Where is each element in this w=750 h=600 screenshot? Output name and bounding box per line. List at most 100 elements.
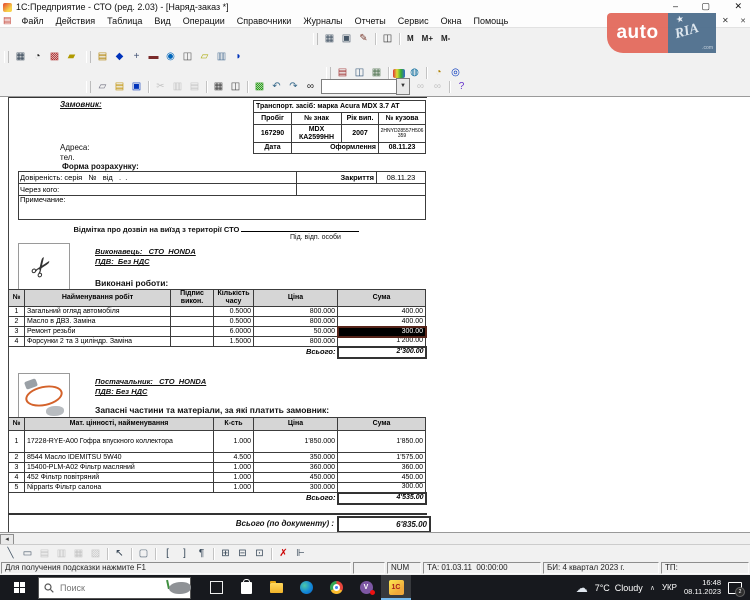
mileage-value[interactable]: 167290 (253, 124, 292, 143)
year-value[interactable]: 2007 (341, 124, 379, 143)
cell[interactable]: 4 (8, 336, 25, 347)
bracket-close-tool-icon[interactable]: ] (177, 547, 192, 561)
cell[interactable]: 1.000 (213, 462, 254, 473)
menu-item[interactable]: Окна (435, 16, 468, 26)
book-icon[interactable]: ◫ (380, 32, 395, 46)
exit-boot-icon[interactable]: ◗ (231, 50, 246, 64)
design-icon[interactable]: ▩ (47, 50, 62, 64)
cell[interactable]: 1.000 (213, 472, 254, 483)
cell[interactable]: 360.000 (253, 462, 338, 473)
find-icon[interactable]: ∞ (303, 80, 318, 94)
cell[interactable]: Форсунки 2 та 3 циліндр. Заміна (24, 336, 171, 347)
redo-icon[interactable]: ↷ (286, 80, 301, 94)
palette-icon[interactable]: ▉ (393, 69, 405, 78)
plate-value[interactable]: MDX КА2599НН (291, 124, 342, 143)
cell[interactable] (170, 316, 214, 327)
cell[interactable]: 400.00 (337, 306, 426, 317)
cell[interactable]: 8544 Масло IDEMITSU 5W40 (24, 452, 214, 463)
print-preview-icon[interactable]: ◫ (228, 80, 243, 94)
vin-header[interactable]: № кузова (377, 112, 427, 125)
open-icon[interactable]: ▤ (112, 80, 127, 94)
nav-cube-icon[interactable]: ◆ (112, 50, 127, 64)
view-mode-icon[interactable]: ▩ (252, 80, 267, 94)
memory-sub-button[interactable]: М- (437, 32, 454, 46)
cell[interactable]: 300.00 (337, 482, 426, 493)
menu-item[interactable]: Файл (16, 16, 50, 26)
cell[interactable]: 1 (8, 430, 25, 453)
page-setup-icon[interactable]: ▣ (339, 32, 354, 46)
line-tool-icon[interactable]: ╲ (3, 547, 18, 561)
find-prev-icon[interactable]: ∞ (430, 80, 445, 94)
menu-item[interactable]: Таблица (101, 16, 148, 26)
cell[interactable]: 6.0000 (213, 326, 254, 337)
cell[interactable]: 450.00 (337, 472, 426, 483)
file-explorer-button[interactable] (261, 575, 291, 600)
new-icon[interactable]: ▱ (95, 80, 110, 94)
cell[interactable]: 450.000 (253, 472, 338, 483)
remove-entry-icon[interactable]: ▬ (146, 50, 161, 64)
cell[interactable]: 1.5000 (213, 336, 254, 347)
maximize-icon[interactable]: ▢ (701, 1, 710, 12)
help-icon[interactable]: ? (454, 80, 469, 94)
edge-button[interactable] (291, 575, 321, 600)
closing-date[interactable]: 08.11.23 (376, 171, 426, 184)
new-doc-icon[interactable]: ▤ (95, 50, 110, 64)
cell[interactable]: 1'850.00 (337, 430, 426, 453)
weather-text[interactable]: 7°C Cloudy (595, 583, 643, 593)
memory-button[interactable]: М (403, 32, 418, 46)
memory-add-button[interactable]: М+ (418, 32, 437, 46)
close-icon[interactable]: ✕ (734, 1, 742, 12)
cell[interactable]: 800.000 (253, 336, 338, 347)
add-entry-icon[interactable]: + (129, 50, 144, 64)
cell[interactable] (170, 336, 214, 347)
onec-app-button[interactable]: 1С (381, 575, 411, 600)
mdi-close-icon[interactable]: ✕ (740, 17, 746, 25)
vin-value[interactable]: 2HNYD28557H506359 (377, 124, 427, 143)
time-icon[interactable]: ◔ (30, 50, 45, 64)
viber-button[interactable]: V (351, 575, 381, 600)
cursor-tool-icon[interactable]: ↖ (112, 547, 127, 561)
cell[interactable]: 800.000 (253, 316, 338, 327)
copy-icon[interactable]: ▥ (170, 80, 185, 94)
find-entry-icon[interactable]: ◉ (163, 50, 178, 64)
hierarchy-icon[interactable]: ◫ (180, 50, 195, 64)
closing-label[interactable]: Закриття (296, 171, 377, 184)
poa-label[interactable]: Довіреність: серія № від . . (18, 171, 297, 184)
language-indicator[interactable]: УКР (662, 583, 677, 592)
note-label[interactable]: Примечание: (18, 195, 426, 220)
cell[interactable]: 300.00 (336, 325, 427, 338)
find-next-icon[interactable]: ∞ (413, 80, 428, 94)
journal-icon[interactable]: ▦ (13, 50, 28, 64)
menu-item[interactable]: Журналы (297, 16, 348, 26)
menu-item[interactable]: Вид (148, 16, 176, 26)
weather-cloud-icon[interactable]: ☁ (576, 581, 588, 595)
cell[interactable]: Ремонт резьби (24, 326, 171, 337)
table-tool-icon[interactable]: ⊞ (218, 547, 233, 561)
vehicle-title[interactable]: Транспорт. засіб: марка Acura MDX 3.7 AT (252, 100, 427, 113)
task-view-button[interactable] (201, 575, 231, 600)
cell[interactable]: 0.5000 (213, 306, 254, 317)
menu-item[interactable]: Операции (177, 16, 231, 26)
mileage-header[interactable]: Пробіг (253, 112, 292, 125)
date-value[interactable]: 08.11.23 (377, 142, 427, 154)
catalog-icon[interactable]: ▥ (214, 50, 229, 64)
chevron-down-icon[interactable]: ▼ (396, 78, 410, 95)
vehicle-icon[interactable]: ▰ (64, 50, 79, 64)
plate-header[interactable]: № знак (291, 112, 342, 125)
text-tool-icon[interactable]: ▨ (88, 547, 103, 561)
clock[interactable]: 16:48 08.11.2023 (684, 578, 721, 596)
cell[interactable]: Загальний огляд автомобіля (24, 306, 171, 317)
cell[interactable]: 3 (8, 462, 25, 473)
search-input[interactable] (58, 581, 152, 594)
cell[interactable]: 5 (8, 482, 25, 493)
cell[interactable]: 2 (8, 452, 25, 463)
table-header-tool-icon[interactable]: ⊟ (235, 547, 250, 561)
cell[interactable]: 1'200.00 (337, 336, 426, 347)
ole-tool-icon[interactable]: ▥ (54, 547, 69, 561)
cell[interactable]: 0.5000 (213, 316, 254, 327)
parts-total-value[interactable]: 4'535.00 (336, 491, 427, 505)
notification-icon[interactable]: 2 (728, 581, 745, 597)
cell[interactable]: 400.00 (337, 316, 426, 327)
combobox-field[interactable] (321, 79, 396, 94)
cell[interactable]: 4 (8, 472, 25, 483)
